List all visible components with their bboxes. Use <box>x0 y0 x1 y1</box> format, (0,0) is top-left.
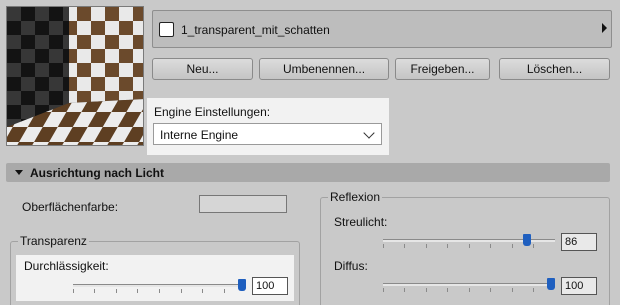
engine-selected-value: Interne Engine <box>160 128 239 142</box>
engine-select[interactable]: Interne Engine <box>153 123 382 145</box>
permeability-slider-thumb[interactable] <box>238 279 246 291</box>
scatter-light-label: Streulicht: <box>334 215 388 229</box>
surface-color-swatch[interactable] <box>199 195 287 213</box>
engine-settings-label: Engine Einstellungen: <box>154 105 271 119</box>
engine-settings-panel: Engine Einstellungen: Interne Engine <box>147 98 389 155</box>
delete-button[interactable]: Löschen... <box>499 58 610 80</box>
surface-color-label: Oberflächenfarbe: <box>22 200 119 214</box>
chevron-down-icon <box>363 127 375 139</box>
diffuse-value-field[interactable]: 100 <box>561 277 597 295</box>
scatter-light-slider-thumb[interactable] <box>523 234 531 246</box>
permeability-highlight: Durchlässigkeit: 100 <box>16 255 294 301</box>
slider-track <box>383 283 555 286</box>
collapse-triangle-icon <box>15 170 23 175</box>
diffuse-label: Diffus: <box>334 259 368 273</box>
share-button[interactable]: Freigeben... <box>395 58 490 80</box>
material-preview <box>6 6 144 146</box>
checker-room-preview <box>7 7 143 145</box>
permeability-label: Durchlässigkeit: <box>24 259 109 273</box>
permeability-value-field[interactable]: 100 <box>252 277 288 295</box>
section-title: Ausrichtung nach Licht <box>30 166 165 180</box>
diffuse-slider[interactable] <box>383 278 555 292</box>
scatter-light-slider[interactable] <box>383 234 555 248</box>
permeability-slider[interactable] <box>73 279 246 293</box>
diffuse-slider-thumb[interactable] <box>547 278 555 290</box>
material-selector[interactable]: 1_transparent_mit_schatten <box>152 10 612 48</box>
reflection-group-title: Reflexion <box>328 190 383 204</box>
section-header-light-alignment[interactable]: Ausrichtung nach Licht <box>6 163 610 182</box>
scatter-light-value-field[interactable]: 86 <box>561 233 597 251</box>
new-button[interactable]: Neu... <box>152 58 253 80</box>
slider-track <box>73 284 246 287</box>
rename-button[interactable]: Umbenennen... <box>259 58 389 80</box>
transparency-group-title: Transparenz <box>18 234 89 248</box>
material-color-swatch <box>159 22 174 37</box>
expand-arrow-icon[interactable] <box>602 23 607 33</box>
material-name: 1_transparent_mit_schatten <box>181 23 330 37</box>
